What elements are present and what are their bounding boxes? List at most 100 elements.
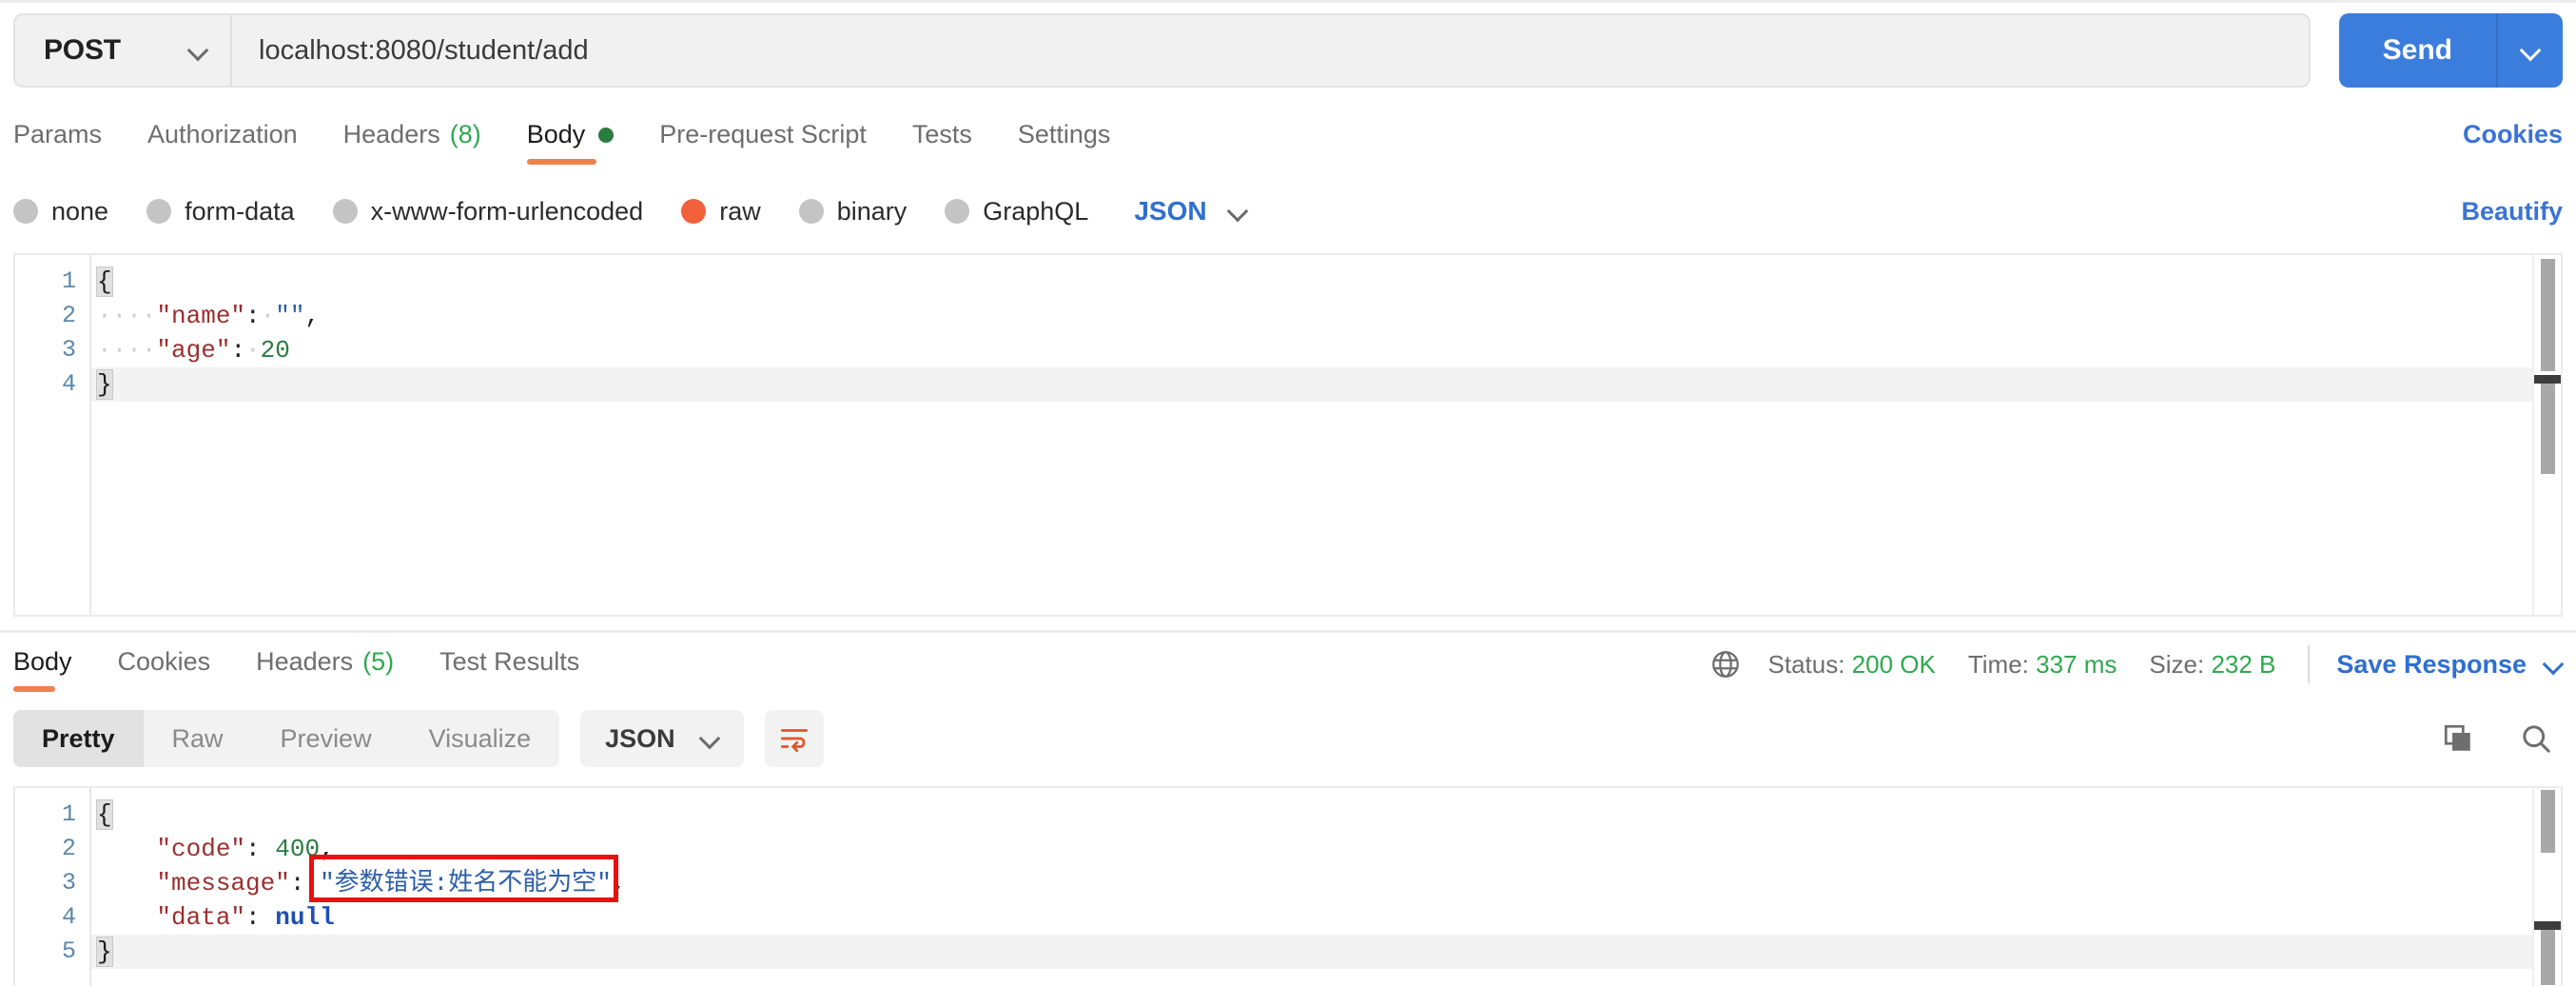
word-wrap-button[interactable]: [764, 710, 824, 767]
request-scroll-thumb-upper[interactable]: [2541, 259, 2555, 371]
request-tab-authorization[interactable]: Authorization: [147, 112, 298, 167]
response-view-mode-visualize[interactable]: Visualize: [400, 710, 560, 767]
save-response-button[interactable]: Save Response: [2336, 650, 2563, 680]
json-comma: ,: [304, 302, 321, 330]
request-tab-tests[interactable]: Tests: [912, 112, 972, 167]
radio-icon: [798, 199, 824, 224]
request-scroll-thumb-lower[interactable]: [2541, 384, 2555, 474]
json-value-number: 20: [260, 336, 290, 365]
body-modified-dot-icon: [598, 127, 615, 143]
space: ·: [260, 302, 276, 330]
response-editor-scrollbar[interactable]: [2532, 788, 2561, 986]
tab-count: (5): [362, 647, 395, 676]
code-line: ····"age":·20: [91, 333, 2561, 367]
code-line: {: [91, 265, 2561, 299]
body-type-radio-binary[interactable]: binary: [798, 197, 907, 227]
request-editor-scrollbar[interactable]: [2532, 255, 2561, 615]
request-url-input[interactable]: [259, 34, 2309, 67]
line-number: 3: [61, 336, 76, 364]
code-line: "code": 400,: [91, 832, 2561, 866]
postman-request-response-view: POST Send Params Authorization Headers (8) B…: [0, 0, 2576, 986]
radio-icon: [332, 199, 358, 224]
code-line: {: [91, 798, 2561, 832]
response-tab-headers[interactable]: Headers (5): [256, 640, 394, 694]
url-input-wrapper: [232, 15, 2309, 86]
response-tabs: Body Cookies Headers (5) Test Results Status…: [13, 640, 2563, 699]
request-body-editor[interactable]: 1234 {····"name":·"", ····"age":·20}: [13, 253, 2563, 617]
json-comma: ,: [320, 835, 335, 863]
globe-icon: [1711, 651, 1739, 678]
radio-icon: [146, 199, 172, 224]
search-button[interactable]: [2509, 712, 2563, 765]
json-key: "name": [156, 302, 246, 330]
send-options-button[interactable]: [2496, 13, 2563, 88]
response-view-mode-preview[interactable]: Preview: [252, 710, 400, 767]
tab-label: Tests: [911, 120, 972, 148]
body-type-radio-graphql[interactable]: GraphQL: [945, 197, 1088, 227]
request-url-bar: POST Send: [13, 13, 2563, 88]
send-button[interactable]: Send: [2338, 13, 2496, 88]
top-divider: [0, 0, 2576, 3]
radio-label: none: [51, 196, 109, 226]
http-method-select[interactable]: POST: [15, 15, 232, 86]
json-key: "data": [156, 903, 246, 932]
search-icon: [2523, 725, 2550, 753]
request-tab-params[interactable]: Params: [13, 112, 102, 167]
body-type-radio-raw[interactable]: raw: [681, 197, 761, 227]
radio-label: x-www-form-urlencoded: [370, 196, 644, 226]
time-value: 337 ms: [2036, 649, 2117, 679]
line-number: 1: [61, 800, 76, 828]
response-tab-body[interactable]: Body: [13, 640, 72, 694]
line-number: 2: [61, 835, 76, 862]
request-scroll-marker: [2534, 375, 2561, 384]
indent: ····: [97, 302, 157, 330]
response-line-numbers: 1 2 3 4 5: [15, 788, 89, 986]
json-close-brace: }: [96, 937, 113, 967]
raw-format-select[interactable]: JSON: [1134, 196, 1246, 227]
copy-icon: [2444, 724, 2470, 751]
body-type-radio-x-www-form-urlencoded[interactable]: x-www-form-urlencoded: [332, 196, 644, 227]
response-view-mode-group: Pretty Raw Preview Visualize: [13, 710, 560, 767]
body-type-radio-none[interactable]: none: [13, 197, 108, 227]
tab-label: Settings: [1017, 120, 1111, 148]
response-tab-cookies[interactable]: Cookies: [118, 640, 211, 694]
beautify-link[interactable]: Beautify: [2461, 197, 2563, 227]
response-code-lines[interactable]: { "code": 400, "message": "参数错误:姓名不能为空",…: [89, 788, 2561, 986]
status-item: Status: 200 OK: [1768, 650, 1936, 680]
copy-button[interactable]: [2431, 712, 2485, 765]
request-response-divider[interactable]: [0, 630, 2576, 633]
request-tab-body[interactable]: Body: [526, 112, 615, 167]
request-code-lines[interactable]: {····"name":·"", ····"age":·20}: [89, 255, 2561, 615]
word-wrap-icon: [780, 729, 808, 753]
radio-label: raw: [719, 196, 761, 226]
response-scroll-thumb-upper[interactable]: [2541, 790, 2555, 853]
json-colon: :: [245, 835, 261, 863]
response-scroll-thumb-lower[interactable]: [2541, 930, 2555, 985]
response-tab-test-results[interactable]: Test Results: [439, 640, 579, 694]
radio-label: GraphQL: [983, 196, 1089, 226]
request-tabs: Params Authorization Headers (8) Body Pre-req…: [13, 112, 2563, 171]
request-tab-headers[interactable]: Headers (8): [343, 112, 481, 167]
request-tab-pre-request-script[interactable]: Pre-request Script: [659, 112, 867, 167]
chevron-down-icon: [1228, 202, 1247, 221]
response-view-mode-raw[interactable]: Raw: [144, 710, 252, 767]
code-line: }: [91, 935, 2561, 969]
send-button-group: Send: [2338, 13, 2563, 88]
request-tab-settings[interactable]: Settings: [1018, 112, 1111, 167]
response-view-toolbar: Pretty Raw Preview Visualize JSON: [13, 708, 2563, 769]
tab-label: Test Results: [439, 647, 580, 676]
time-item: Time: 337 ms: [1968, 650, 2117, 680]
json-comma: ,: [611, 869, 627, 897]
radio-icon: [945, 199, 970, 224]
response-view-mode-pretty[interactable]: Pretty: [13, 710, 144, 767]
save-response-label: Save Response: [2336, 649, 2527, 679]
response-format-select[interactable]: JSON: [580, 710, 744, 767]
chevron-down-icon: [188, 41, 207, 60]
json-value-string: "参数错误:姓名不能为空": [320, 869, 612, 897]
radio-icon: [681, 199, 707, 224]
response-body-editor[interactable]: 1 2 3 4 5 { "code": 400, "message": "参数错误:姓名…: [13, 786, 2563, 986]
body-type-radio-form-data[interactable]: form-data: [146, 197, 295, 227]
cookies-link[interactable]: Cookies: [2463, 120, 2563, 149]
